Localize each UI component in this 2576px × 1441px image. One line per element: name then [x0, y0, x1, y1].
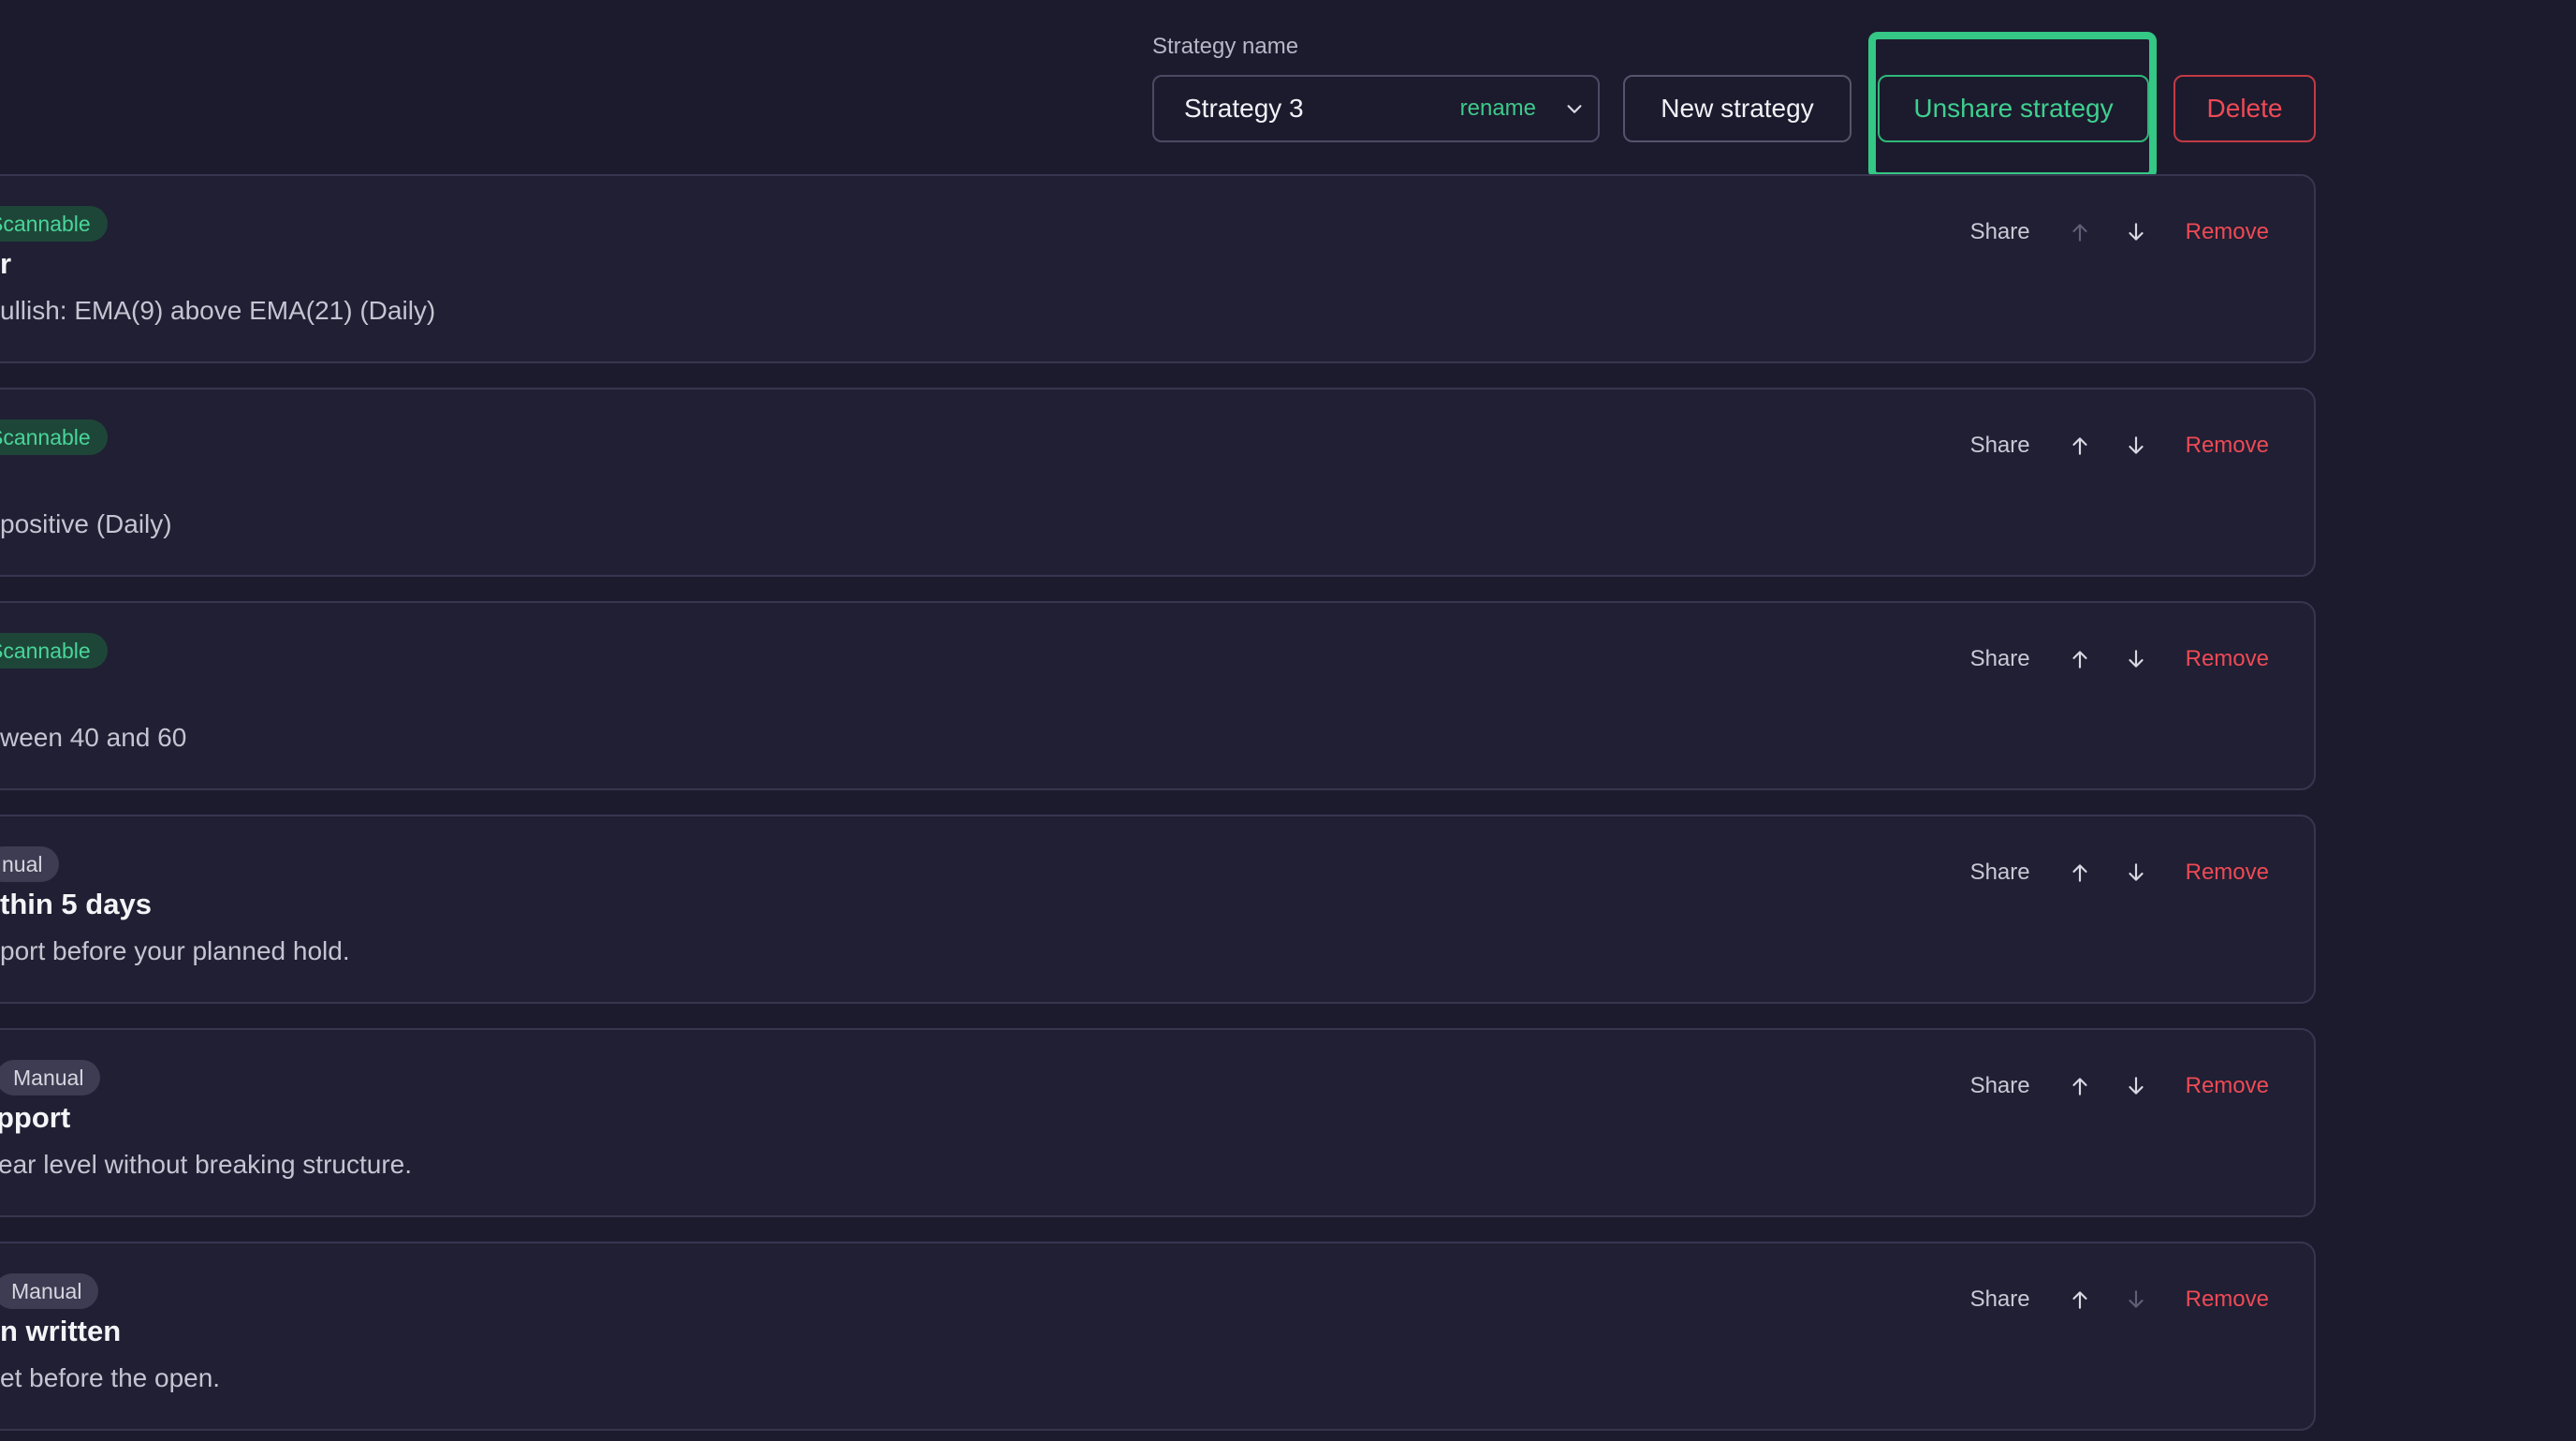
- arrow-down-icon[interactable]: [2124, 220, 2148, 244]
- rule-description: port before your planned hold.: [0, 936, 350, 965]
- arrow-down-icon[interactable]: [2124, 1287, 2148, 1312]
- arrow-down-icon[interactable]: [2124, 1074, 2148, 1098]
- remove-button[interactable]: Remove: [2186, 646, 2269, 672]
- rule-title: n written: [0, 1315, 122, 1347]
- rule-actions: Share Remove: [1970, 854, 2269, 891]
- new-strategy-button[interactable]: New strategy: [1623, 75, 1852, 142]
- remove-button[interactable]: Remove: [2186, 1287, 2269, 1313]
- rule-description: et before the open.: [0, 1363, 221, 1392]
- rule-title: pport: [0, 1101, 71, 1134]
- rule-description: ween 40 and 60: [0, 723, 187, 752]
- remove-button[interactable]: Remove: [2186, 1073, 2269, 1099]
- arrow-down-icon[interactable]: [2124, 860, 2148, 885]
- share-button[interactable]: Share: [1970, 860, 2030, 886]
- rule-actions: Share Remove: [1970, 1281, 2269, 1318]
- rule-badge: Manual: [0, 1060, 101, 1095]
- rule-badge: Scannable: [0, 419, 108, 455]
- rule-card: Manual n written et before the open. Sha…: [0, 1242, 2316, 1431]
- share-button[interactable]: Share: [1970, 1073, 2030, 1099]
- arrow-up-icon[interactable]: [2068, 647, 2092, 671]
- arrow-up-icon[interactable]: [2068, 860, 2092, 885]
- rule-badge: Scannable: [0, 206, 108, 242]
- arrow-up-icon[interactable]: [2068, 1287, 2092, 1312]
- arrow-down-icon[interactable]: [2124, 434, 2148, 458]
- arrow-up-icon[interactable]: [2068, 434, 2092, 458]
- rule-card: Scannable positive (Daily) Share Remove: [0, 388, 2316, 577]
- strategy-select-value: Strategy 3: [1184, 94, 1304, 123]
- rule-card: nual thin 5 days port before your planne…: [0, 815, 2316, 1004]
- share-button[interactable]: Share: [1970, 433, 2030, 459]
- remove-button[interactable]: Remove: [2186, 860, 2269, 886]
- share-button[interactable]: Share: [1970, 219, 2030, 245]
- rule-actions: Share Remove: [1970, 427, 2269, 464]
- rule-title: thin 5 days: [0, 888, 152, 920]
- strategy-name-label: Strategy name: [1152, 34, 1299, 59]
- rename-link[interactable]: rename: [1460, 96, 1536, 122]
- rule-badge: nual: [0, 846, 60, 882]
- delete-strategy-button[interactable]: Delete: [2174, 75, 2316, 142]
- strategy-select[interactable]: Strategy 3 rename: [1152, 75, 1600, 142]
- rule-description: positive (Daily): [0, 509, 172, 538]
- rule-card: Manual pport ear level without breaking …: [0, 1028, 2316, 1217]
- rule-card: Scannable ween 40 and 60 Share Remove: [0, 601, 2316, 790]
- rule-card: Scannable r ullish: EMA(9) above EMA(21)…: [0, 174, 2316, 363]
- share-button[interactable]: Share: [1970, 646, 2030, 672]
- rule-description: ear level without breaking structure.: [0, 1150, 412, 1179]
- unshare-strategy-button[interactable]: Unshare strategy: [1878, 75, 2149, 142]
- chevron-down-icon[interactable]: [1564, 98, 1585, 119]
- strategy-editor: Strategy name Strategy 3 rename New stra…: [0, 0, 2576, 1441]
- share-button[interactable]: Share: [1970, 1287, 2030, 1313]
- rule-actions: Share Remove: [1970, 1067, 2269, 1105]
- rule-badge: Manual: [0, 1273, 99, 1309]
- arrow-up-icon[interactable]: [2068, 1074, 2092, 1098]
- rule-description: ullish: EMA(9) above EMA(21) (Daily): [0, 296, 436, 325]
- rule-actions: Share Remove: [1970, 640, 2269, 678]
- rule-title: r: [0, 247, 12, 280]
- arrow-down-icon[interactable]: [2124, 647, 2148, 671]
- remove-button[interactable]: Remove: [2186, 433, 2269, 459]
- rule-badge: Scannable: [0, 633, 108, 669]
- rule-actions: Share Remove: [1970, 213, 2269, 251]
- arrow-up-icon[interactable]: [2068, 220, 2092, 244]
- remove-button[interactable]: Remove: [2186, 219, 2269, 245]
